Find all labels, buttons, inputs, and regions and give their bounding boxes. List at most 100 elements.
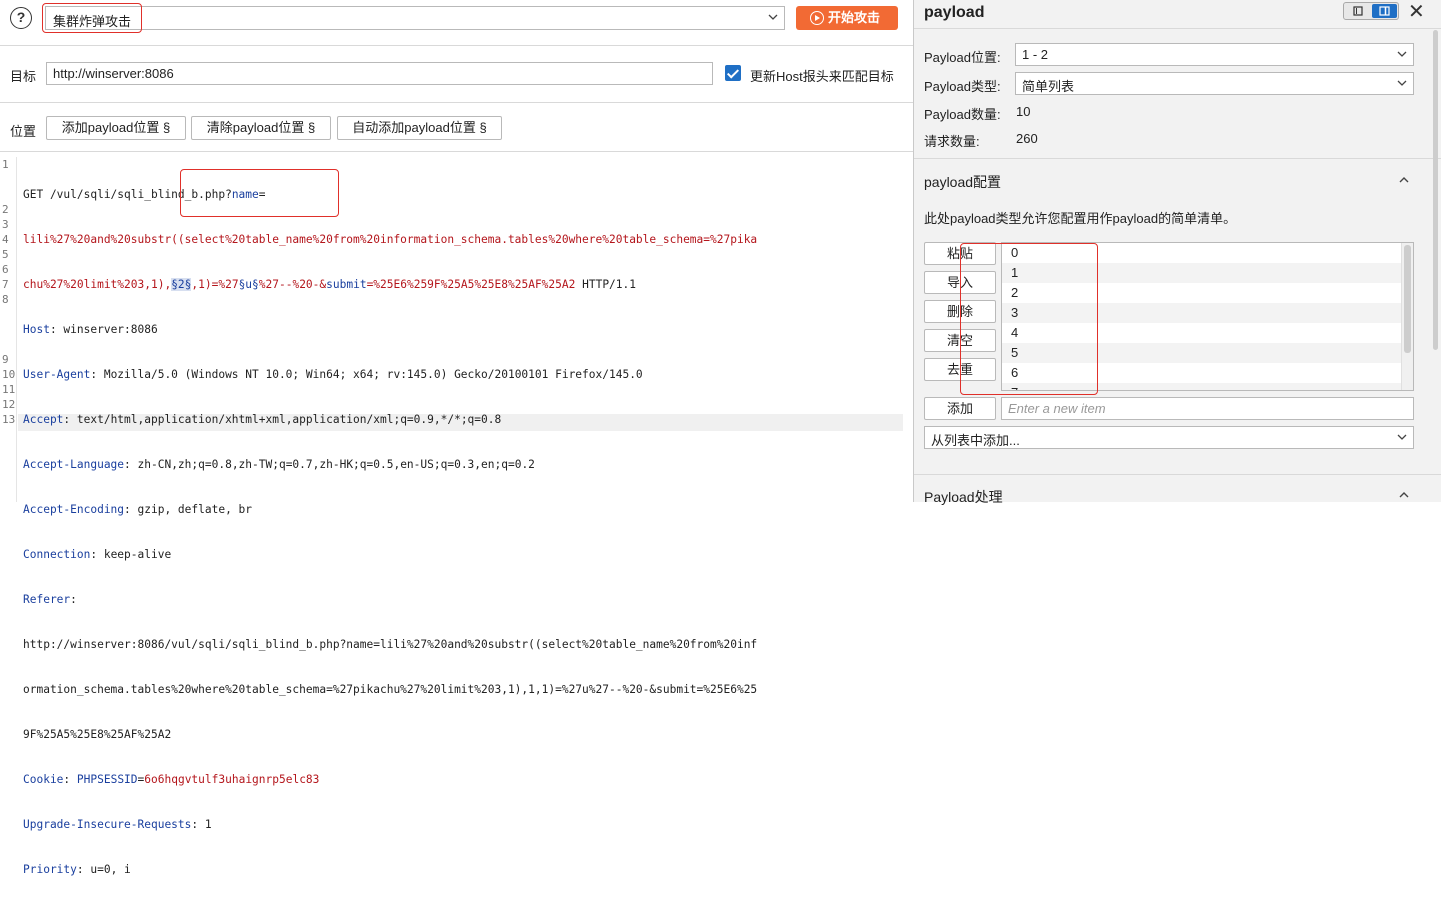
intruder-left-pane: ? 集群炸弹攻击 开始攻击 目标 http://winserver:8086 更…	[0, 0, 914, 876]
request-line: GET /vul/sqli/sqli_blind_b.php?name=	[23, 188, 266, 201]
list-scrollbar[interactable]	[1401, 243, 1413, 390]
divider	[914, 474, 1441, 475]
list-item[interactable]: 0	[1002, 243, 1402, 263]
payload-marker-2: §u§	[238, 278, 259, 291]
header-user-agent: User-Agent: Mozilla/5.0 (Windows NT 10.0…	[23, 368, 643, 381]
payload-type-select[interactable]: 简单列表	[1015, 72, 1414, 95]
line-number: 5	[2, 248, 9, 261]
header-referer-wrap: ormation_schema.tables%20where%20table_s…	[23, 683, 758, 696]
header-upgrade-insecure: Upgrade-Insecure-Requests: 1	[23, 818, 212, 831]
line-number: 4	[2, 233, 9, 246]
request-editor[interactable]: 1 2 3 4 5 6 7 8 9 10 11 12 13 GET /vul/s…	[0, 157, 903, 876]
start-attack-label: 开始攻击	[828, 10, 881, 25]
list-item[interactable]: 3	[1002, 303, 1402, 323]
list-item[interactable]: 1	[1002, 263, 1402, 283]
divider	[0, 45, 914, 46]
header-cookie: Cookie: PHPSESSID=6o6hqgvtulf3uhaignrp5e…	[23, 773, 320, 786]
header-referer: Referer:	[23, 593, 77, 606]
request-line-wrap: lili%27%20and%20substr((select%20table_n…	[23, 233, 758, 246]
clear-payload-positions-button[interactable]: 清除payload位置 §	[191, 116, 331, 140]
attack-type-select[interactable]: 集群炸弹攻击	[45, 6, 785, 30]
list-item[interactable]: 5	[1002, 343, 1402, 363]
payload-count-label: Payload数量:	[924, 107, 1001, 122]
chevron-up-icon[interactable]	[1399, 490, 1409, 500]
request-line-wrap: chu%27%20limit%203,1),§2§,1)=%27§u§%27--…	[23, 278, 636, 291]
payload-config-description: 此处payload类型允许您配置用作payload的简单清单。	[924, 211, 1237, 226]
list-item[interactable]: 6	[1002, 363, 1402, 383]
payload-count-value: 10	[1016, 104, 1031, 119]
add-from-list-select[interactable]: 从列表中添加...	[924, 426, 1414, 449]
chevron-down-icon	[1397, 51, 1407, 57]
add-payload-position-button[interactable]: 添加payload位置 §	[46, 116, 186, 140]
view-layout-toggle[interactable]	[1343, 2, 1399, 20]
scrollbar-thumb[interactable]	[1404, 245, 1411, 353]
panel-title: payload	[924, 4, 985, 21]
header-referer-wrap: 9F%25A5%25E8%25AF%25A2	[23, 728, 172, 741]
payload-position-label: Payload位置:	[924, 50, 1001, 65]
deduplicate-button[interactable]: 去重	[924, 358, 996, 381]
start-attack-button[interactable]: 开始攻击	[796, 6, 898, 30]
list-item[interactable]: 4	[1002, 323, 1402, 343]
load-button[interactable]: 导入	[924, 271, 996, 294]
update-host-checkbox[interactable]	[725, 65, 741, 81]
payload-position-select[interactable]: 1 - 2	[1015, 43, 1414, 66]
chevron-down-icon	[1397, 80, 1407, 86]
divider	[914, 158, 1441, 159]
header-priority: Priority: u=0, i	[23, 863, 131, 876]
chevron-down-icon	[768, 14, 778, 20]
request-count-label: 请求数量:	[924, 134, 980, 149]
clear-button[interactable]: 清空	[924, 329, 996, 352]
divider	[0, 151, 914, 152]
remove-button[interactable]: 删除	[924, 300, 996, 323]
request-count-value: 260	[1016, 131, 1038, 146]
paste-button[interactable]: 粘贴	[924, 242, 996, 265]
list-item[interactable]: 7	[1002, 383, 1402, 390]
divider	[0, 102, 914, 103]
chevron-up-icon[interactable]	[1399, 175, 1409, 185]
line-number: 10	[2, 368, 16, 381]
header-host: Host: winserver:8086	[23, 323, 158, 336]
target-url-input[interactable]: http://winserver:8086	[46, 62, 713, 85]
chevron-down-icon	[1397, 434, 1407, 440]
line-number: 12	[2, 398, 16, 411]
update-host-label: 更新Host报头来匹配目标	[750, 69, 894, 84]
divider	[914, 28, 1441, 29]
positions-label: 位置	[10, 124, 37, 139]
line-number: 11	[2, 383, 16, 396]
line-number: 3	[2, 218, 9, 231]
list-item[interactable]: 2	[1002, 283, 1402, 303]
line-number: 13	[2, 413, 16, 426]
scrollbar-thumb[interactable]	[1433, 30, 1438, 350]
payload-position-value: 1 - 2	[1022, 47, 1049, 62]
line-number: 2	[2, 203, 9, 216]
payload-panel: payload ✕ Payload位置: 1 - 2 Payload类型: 简单…	[914, 0, 1441, 505]
payload-list[interactable]: 0 1 2 3 4 5 6 7	[1001, 242, 1414, 391]
payload-type-value: 简单列表	[1022, 79, 1075, 94]
line-number: 6	[2, 263, 9, 276]
layout-split-icon[interactable]	[1372, 4, 1397, 18]
help-icon[interactable]: ?	[10, 7, 32, 29]
auto-add-payload-positions-button[interactable]: 自动添加payload位置 §	[337, 116, 502, 140]
header-referer-wrap: http://winserver:8086/vul/sqli/sqli_blin…	[23, 638, 758, 651]
header-connection: Connection: keep-alive	[23, 548, 172, 561]
new-item-input[interactable]: Enter a new item	[1001, 397, 1414, 420]
header-accept-encoding: Accept-Encoding: gzip, deflate, br	[23, 503, 253, 516]
request-text: GET /vul/sqli/sqli_blind_b.php?name= lil…	[23, 157, 903, 907]
line-number: 9	[2, 353, 9, 366]
payload-type-label: Payload类型:	[924, 79, 1001, 94]
payload-marker-1: §2§	[171, 278, 192, 291]
target-label: 目标	[10, 69, 37, 84]
attack-type-value: 集群炸弹攻击	[53, 14, 132, 29]
line-number: 7	[2, 278, 9, 291]
line-number-gutter: 1 2 3 4 5 6 7 8 9 10 11 12 13	[0, 157, 17, 502]
payload-processing-title: Payload处理	[924, 489, 1003, 505]
header-accept: Accept: text/html,application/xhtml+xml,…	[23, 413, 502, 426]
line-number: 1	[2, 158, 9, 171]
panel-scrollbar[interactable]	[1431, 28, 1441, 502]
layout-list-icon[interactable]	[1346, 5, 1370, 17]
close-icon[interactable]: ✕	[1408, 0, 1425, 24]
header-accept-language: Accept-Language: zh-CN,zh;q=0.8,zh-TW;q=…	[23, 458, 535, 471]
add-from-list-value: 从列表中添加...	[931, 433, 1020, 448]
add-button[interactable]: 添加	[924, 397, 996, 420]
payload-config-title: payload配置	[924, 174, 1002, 190]
